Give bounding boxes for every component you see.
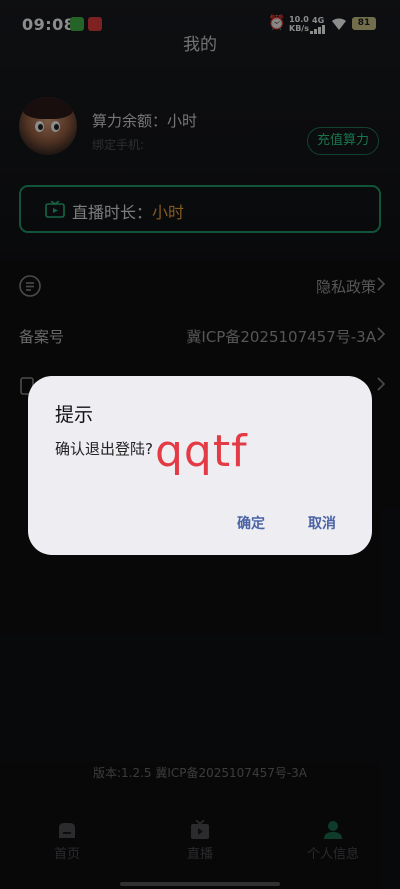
dialog-message: 确认退出登陆?	[55, 440, 153, 458]
dialog-title: 提示	[55, 404, 94, 426]
cancel-button[interactable]: 取消	[308, 513, 336, 533]
watermark-text: qqtf	[155, 426, 248, 477]
confirm-button[interactable]: 确定	[237, 513, 265, 533]
